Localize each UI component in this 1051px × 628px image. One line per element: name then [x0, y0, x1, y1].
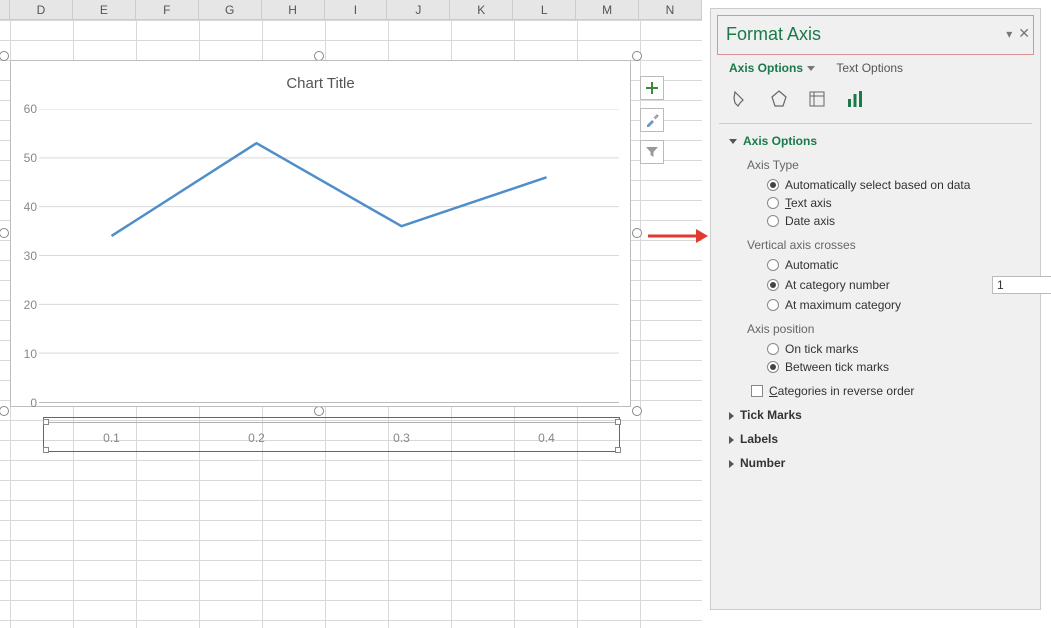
axis-options-icon[interactable] — [843, 87, 867, 111]
radio-label: Between tick marks — [785, 360, 889, 374]
column-header-row: D E F G H I J K L M N — [0, 0, 702, 20]
col-header[interactable]: E — [73, 0, 136, 19]
col-header[interactable]: M — [576, 0, 639, 19]
col-header-spacer — [0, 0, 10, 19]
radio-on-tick[interactable] — [767, 343, 779, 355]
x-axis-labels: 0.1 0.2 0.3 0.4 — [39, 431, 619, 451]
axis-handle[interactable] — [43, 419, 49, 425]
chart-filter-button[interactable] — [640, 140, 664, 164]
tab-text-options[interactable]: Text Options — [836, 61, 903, 75]
pane-header-highlight: Format Axis — [717, 15, 1034, 55]
chart-svg — [39, 109, 619, 402]
radio-label: Text axis — [785, 196, 832, 210]
checkbox-reverse-order[interactable] — [751, 385, 763, 397]
funnel-icon — [645, 145, 659, 159]
radio-date-axis[interactable] — [767, 215, 779, 227]
section-header-labels[interactable]: Labels — [729, 432, 1040, 446]
chart-elements-button[interactable] — [640, 76, 664, 100]
chart-title[interactable]: Chart Title — [11, 75, 630, 92]
dropdown-triangle-icon — [807, 66, 815, 71]
col-header[interactable]: L — [513, 0, 576, 19]
radio-label: At maximum category — [785, 298, 901, 312]
radio-between-tick[interactable] — [767, 361, 779, 373]
spreadsheet-grid[interactable]: D E F G H I J K L M N Chart Title 60 50 … — [0, 0, 702, 628]
pane-dropdown-icon[interactable]: ▾ — [1006, 27, 1012, 41]
radio-label: At category number — [785, 278, 890, 292]
label-axis-type: Axis Type — [747, 158, 1040, 172]
label-axis-position: Axis position — [747, 322, 1040, 336]
pane-category-icons — [729, 87, 1040, 111]
plot-area[interactable] — [39, 109, 619, 403]
col-header[interactable]: K — [450, 0, 513, 19]
col-header[interactable]: N — [639, 0, 702, 19]
effects-icon[interactable] — [767, 87, 791, 111]
section-header-axis-options[interactable]: Axis Options — [729, 134, 1040, 148]
chart-object[interactable]: Chart Title 60 50 40 30 20 10 0 — [10, 60, 631, 407]
radio-label: Date axis — [785, 214, 835, 228]
caret-right-icon — [729, 460, 734, 468]
radio-label: Automatic — [785, 258, 838, 272]
close-icon[interactable]: ✕ — [1018, 25, 1030, 42]
input-category-number[interactable] — [992, 276, 1051, 294]
chart-side-buttons — [640, 76, 664, 164]
size-properties-icon[interactable] — [805, 87, 829, 111]
col-header[interactable]: D — [10, 0, 73, 19]
radio-vcross-max[interactable] — [767, 299, 779, 311]
section-header-tick-marks[interactable]: Tick Marks — [729, 408, 1040, 422]
chart-series-line[interactable] — [112, 143, 547, 236]
radio-text-axis[interactable] — [767, 197, 779, 209]
caret-right-icon — [729, 412, 734, 420]
checkbox-label: Categories in reverse order — [769, 384, 914, 398]
radio-label: Automatically select based on data — [785, 178, 970, 192]
radio-label: On tick marks — [785, 342, 858, 356]
radio-vcross-auto[interactable] — [767, 259, 779, 271]
label-vertical-crosses: Vertical axis crosses — [747, 238, 1040, 252]
brush-icon — [645, 113, 659, 127]
col-header[interactable]: G — [199, 0, 262, 19]
x-axis-line[interactable] — [45, 422, 618, 423]
col-header[interactable]: F — [136, 0, 199, 19]
format-axis-pane: Format Axis ▾ ✕ Axis Options Text Option… — [710, 8, 1041, 610]
radio-auto-data[interactable] — [767, 179, 779, 191]
col-header[interactable]: J — [387, 0, 450, 19]
col-header[interactable]: H — [262, 0, 325, 19]
radio-vcross-catnum[interactable] — [767, 279, 779, 291]
caret-down-icon — [729, 139, 737, 144]
y-axis-labels: 60 50 40 30 20 10 0 — [17, 109, 37, 403]
plus-icon — [645, 81, 659, 95]
section-header-number[interactable]: Number — [729, 456, 1040, 470]
col-header[interactable]: I — [325, 0, 388, 19]
chart-styles-button[interactable] — [640, 108, 664, 132]
axis-handle[interactable] — [615, 419, 621, 425]
pane-title: Format Axis — [726, 24, 821, 45]
fill-line-icon[interactable] — [729, 87, 753, 111]
tab-axis-options[interactable]: Axis Options — [729, 61, 815, 75]
red-arrow-annotation — [648, 226, 708, 246]
caret-right-icon — [729, 436, 734, 444]
